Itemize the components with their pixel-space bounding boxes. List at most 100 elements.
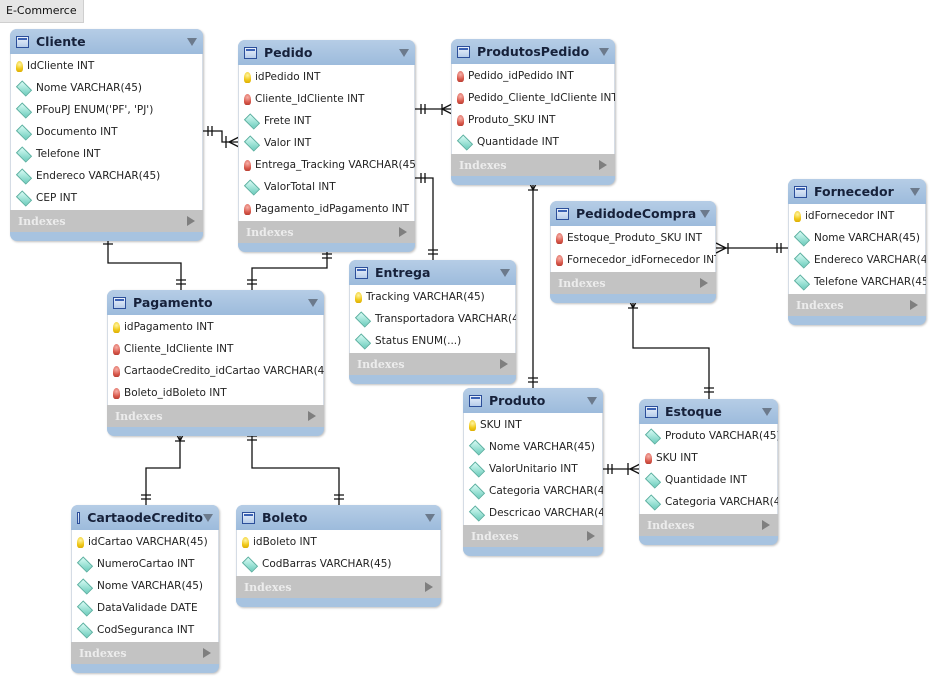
expand-arrow-icon[interactable] <box>599 160 607 170</box>
column-row[interactable]: Telefone INT <box>11 143 202 165</box>
column-row[interactable]: Documento INT <box>11 121 202 143</box>
column-row[interactable]: Status ENUM(...) <box>350 330 515 352</box>
column-row[interactable]: Nome VARCHAR(45) <box>464 436 602 458</box>
column-row[interactable]: idPedido INT <box>239 66 414 88</box>
table-header[interactable]: Fornecedor <box>788 179 926 204</box>
column-row[interactable]: DataValidade DATE <box>72 597 218 619</box>
indexes-section[interactable]: Indexes <box>550 272 716 294</box>
table-cartaodecredito[interactable]: CartaodeCredito idCartao VARCHAR(45) Numer… <box>71 505 219 673</box>
table-produtospedido[interactable]: ProdutosPedido Pedido_idPedido INT Pedido_… <box>451 39 615 185</box>
collapse-arrow-icon[interactable] <box>910 187 920 196</box>
collapse-arrow-icon[interactable] <box>599 47 609 56</box>
column-row[interactable]: Categoria VARCHAR(45) <box>464 480 603 502</box>
column-row[interactable]: Produto_SKU INT <box>452 109 614 131</box>
collapse-arrow-icon[interactable] <box>762 407 772 416</box>
table-header[interactable]: Entrega <box>349 260 516 285</box>
column-row[interactable]: Telefone VARCHAR(45) <box>789 271 926 293</box>
column-row[interactable]: Endereco VARCHAR(45) <box>11 165 202 187</box>
table-fornecedor[interactable]: Fornecedor idFornecedor INT Nome VARCHAR(4… <box>788 179 926 325</box>
column-row[interactable]: Pedido_idPedido INT <box>452 65 614 87</box>
collapse-arrow-icon[interactable] <box>203 513 213 522</box>
column-row[interactable]: IdCliente INT <box>11 55 202 77</box>
column-row[interactable]: Fornecedor_idFornecedor INT <box>551 249 716 271</box>
column-row[interactable]: Categoria VARCHAR(45) <box>640 491 778 513</box>
collapse-arrow-icon[interactable] <box>399 48 409 57</box>
collapse-arrow-icon[interactable] <box>308 298 318 307</box>
table-boleto[interactable]: Boleto idBoleto INT CodBarras VARCHAR(45) I… <box>236 505 441 607</box>
indexes-section[interactable]: Indexes <box>238 221 415 243</box>
table-header[interactable]: ProdutosPedido <box>451 39 615 64</box>
column-row[interactable]: idPagamento INT <box>108 316 323 338</box>
column-row[interactable]: Pagamento_idPagamento INT <box>239 198 414 220</box>
column-row[interactable]: CartaodeCredito_idCartao VARCHAR(45) <box>108 360 324 382</box>
column-row[interactable]: Quantidade INT <box>452 131 614 153</box>
collapse-arrow-icon[interactable] <box>500 268 510 277</box>
column-row[interactable]: Transportadora VARCHAR(45) <box>350 308 516 330</box>
column-row[interactable]: CodSeguranca INT <box>72 619 218 641</box>
column-row[interactable]: PFouPJ ENUM('PF', 'PJ') <box>11 99 202 121</box>
indexes-section[interactable]: Indexes <box>788 294 926 316</box>
table-cliente[interactable]: Cliente IdCliente INT Nome VARCHAR(45) PFou… <box>10 29 203 241</box>
column-row[interactable]: CodBarras VARCHAR(45) <box>237 553 440 575</box>
table-estoque[interactable]: Estoque Produto VARCHAR(45) SKU INT Quantid… <box>639 399 778 545</box>
expand-arrow-icon[interactable] <box>425 582 433 592</box>
column-row[interactable]: SKU INT <box>464 414 602 436</box>
table-produto[interactable]: Produto SKU INT Nome VARCHAR(45) ValorUnita… <box>463 388 603 556</box>
column-row[interactable]: Estoque_Produto_SKU INT <box>551 227 715 249</box>
collapse-arrow-icon[interactable] <box>187 37 197 46</box>
column-row[interactable]: ValorTotal INT <box>239 176 414 198</box>
column-row[interactable]: Quantidade INT <box>640 469 777 491</box>
column-row[interactable]: CEP INT <box>11 187 202 209</box>
table-header[interactable]: Boleto <box>236 505 441 530</box>
indexes-section[interactable]: Indexes <box>639 514 778 536</box>
column-row[interactable]: idCartao VARCHAR(45) <box>72 531 218 553</box>
indexes-section[interactable]: Indexes <box>451 154 615 176</box>
indexes-section[interactable]: Indexes <box>10 210 203 232</box>
indexes-section[interactable]: Indexes <box>107 405 324 427</box>
table-header[interactable]: PedidodeCompra <box>550 201 716 226</box>
column-row[interactable]: idBoleto INT <box>237 531 440 553</box>
column-row[interactable]: Frete INT <box>239 110 414 132</box>
table-entrega[interactable]: Entrega Tracking VARCHAR(45) Transportador… <box>349 260 516 384</box>
table-pedido[interactable]: Pedido idPedido INT Cliente_IdCliente INT F… <box>238 40 415 252</box>
column-row[interactable]: Nome VARCHAR(45) <box>72 575 218 597</box>
table-header[interactable]: CartaodeCredito <box>71 505 219 530</box>
table-pedidodecompra[interactable]: PedidodeCompra Estoque_Produto_SKU INT For… <box>550 201 716 303</box>
collapse-arrow-icon[interactable] <box>700 209 710 218</box>
column-row[interactable]: Tracking VARCHAR(45) <box>350 286 515 308</box>
expand-arrow-icon[interactable] <box>762 520 770 530</box>
expand-arrow-icon[interactable] <box>308 411 316 421</box>
column-row[interactable]: SKU INT <box>640 447 777 469</box>
column-row[interactable]: Valor INT <box>239 132 414 154</box>
column-row[interactable]: NumeroCartao INT <box>72 553 218 575</box>
expand-arrow-icon[interactable] <box>187 216 195 226</box>
table-pagamento[interactable]: Pagamento idPagamento INT Cliente_IdClient… <box>107 290 324 436</box>
table-header[interactable]: Pagamento <box>107 290 324 315</box>
column-row[interactable]: ValorUnitario INT <box>464 458 602 480</box>
column-row[interactable]: Produto VARCHAR(45) <box>640 425 778 447</box>
indexes-section[interactable]: Indexes <box>349 353 516 375</box>
column-row[interactable]: Cliente_IdCliente INT <box>108 338 323 360</box>
expand-arrow-icon[interactable] <box>700 278 708 288</box>
column-row[interactable]: idFornecedor INT <box>789 205 925 227</box>
table-header[interactable]: Estoque <box>639 399 778 424</box>
expand-arrow-icon[interactable] <box>500 359 508 369</box>
indexes-section[interactable]: Indexes <box>463 525 603 547</box>
collapse-arrow-icon[interactable] <box>587 396 597 405</box>
table-header[interactable]: Cliente <box>10 29 203 54</box>
column-row[interactable]: Endereco VARCHAR(45) <box>789 249 926 271</box>
column-row[interactable]: Nome VARCHAR(45) <box>789 227 925 249</box>
table-header[interactable]: Produto <box>463 388 603 413</box>
column-row[interactable]: Pedido_Cliente_IdCliente INT <box>452 87 615 109</box>
expand-arrow-icon[interactable] <box>203 648 211 658</box>
table-header[interactable]: Pedido <box>238 40 415 65</box>
collapse-arrow-icon[interactable] <box>425 513 435 522</box>
column-row[interactable]: Descricao VARCHAR(45) <box>464 502 603 524</box>
column-row[interactable]: Cliente_IdCliente INT <box>239 88 414 110</box>
column-row[interactable]: Nome VARCHAR(45) <box>11 77 202 99</box>
indexes-section[interactable]: Indexes <box>236 576 441 598</box>
expand-arrow-icon[interactable] <box>587 531 595 541</box>
column-row[interactable]: Entrega_Tracking VARCHAR(45) <box>239 154 415 176</box>
column-row[interactable]: Boleto_idBoleto INT <box>108 382 323 404</box>
indexes-section[interactable]: Indexes <box>71 642 219 664</box>
